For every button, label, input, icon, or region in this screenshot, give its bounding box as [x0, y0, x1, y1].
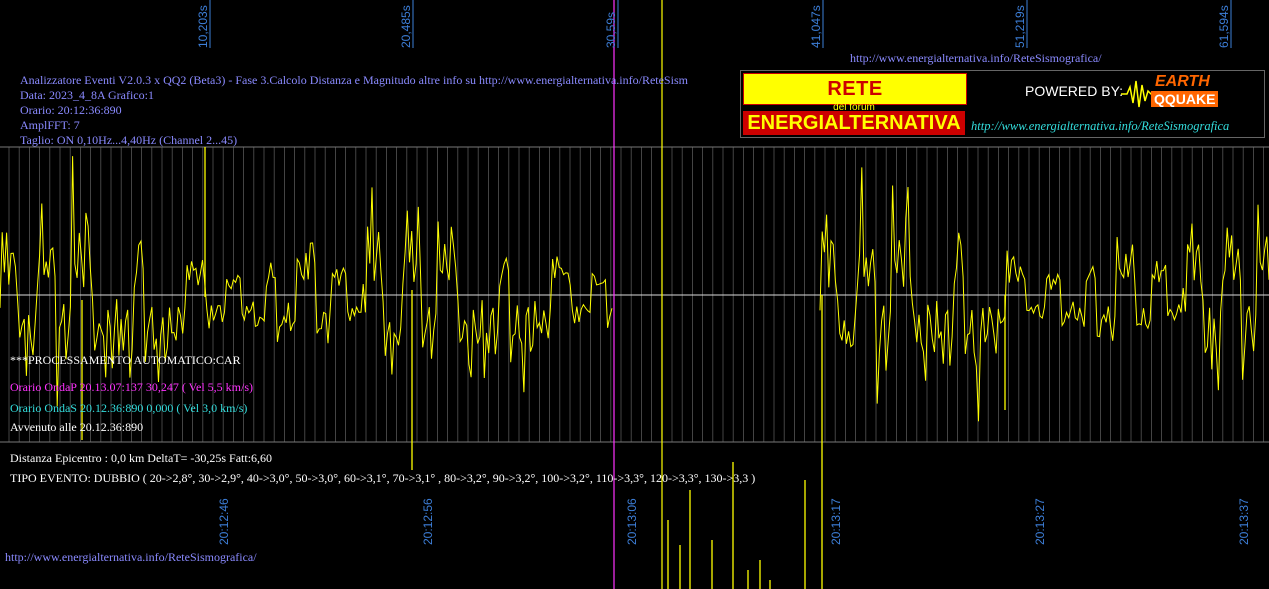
earth-text: EARTH: [1155, 73, 1210, 90]
top-tick-label: 10,203s: [196, 5, 210, 48]
bottom-tick-label: 20:13:17: [829, 498, 843, 545]
header-line-1: Analizzatore Eventi V2.0.3 x QQ2 (Beta3)…: [20, 73, 688, 87]
tipo-evento-label: TIPO EVENTO: DUBBIO ( 20->2,8°, 30->2,9°…: [10, 471, 756, 485]
bottom-tick-label: 20:12:56: [421, 498, 435, 545]
top-tick-label: 30,59s: [604, 12, 618, 48]
avvenuto-label: Avvenuto alle 20.12.36:890: [10, 420, 144, 434]
bottom-tick-label: 20:13:27: [1033, 498, 1047, 545]
bottom-tick-label: 20:13:37: [1237, 498, 1251, 545]
header-line-4: AmplFFT: 7: [20, 118, 80, 132]
logo-energia-text: ENERGIALTERNATIVA: [743, 111, 965, 135]
top-tick-labels: 10,203s 20,485s 30,59s 41,047s 51,219s 61,594…: [196, 0, 1232, 48]
footer-url[interactable]: http://www.energialternativa.info/ReteSi…: [5, 550, 257, 564]
top-tick-label: 51,219s: [1013, 5, 1027, 48]
onda-s-label: Orario OndaS 20.12.36:890 0,000 ( Vel 3,…: [10, 401, 248, 415]
header-line-2: Data: 2023_4_8A Grafico:1: [20, 88, 154, 102]
top-tick-label: 20,485s: [399, 5, 413, 48]
bottom-tick-labels: 20:12:46 20:12:56 20:13:06 20:13:17 20:13:27…: [217, 498, 1251, 545]
logo-url[interactable]: http://www.energialternativa.info/ReteSi…: [971, 119, 1229, 134]
distanza-label: Distanza Epicentro : 0,0 km DeltaT= -30,…: [10, 451, 273, 465]
trace-line-segment-2: [819, 167, 1269, 422]
top-tick-label: 61,594s: [1217, 5, 1231, 48]
header-line-5: Taglio: ON 0,10Hz...4,40Hz (Channel 2...…: [20, 133, 238, 147]
top-tick-label: 41,047s: [809, 5, 823, 48]
header-line-3: Orario: 20:12:36:890: [20, 103, 122, 117]
rete-sismografica-logo: RETE SISMOGRAFICA del forum ENERGIALTERN…: [740, 70, 1265, 138]
logo-rete-text: RETE SISMOGRAFICA: [743, 73, 967, 130]
powered-by-text: POWERED BY:: [1025, 83, 1124, 99]
quake-text: QQUAKE: [1151, 91, 1219, 107]
processing-label: ***PROCESSAMENTO AUTOMATICO:CAR: [10, 353, 241, 367]
trace-line-segment-1: [0, 156, 613, 407]
top-url[interactable]: http://www.energialternativa.info/ReteSi…: [850, 51, 1102, 65]
onda-p-label: Orario OndaP 20.13.07:137 30,247 ( Vel 5…: [10, 380, 253, 394]
bottom-tick-label: 20:12:46: [217, 498, 231, 545]
bottom-tick-label: 20:13:06: [625, 498, 639, 545]
